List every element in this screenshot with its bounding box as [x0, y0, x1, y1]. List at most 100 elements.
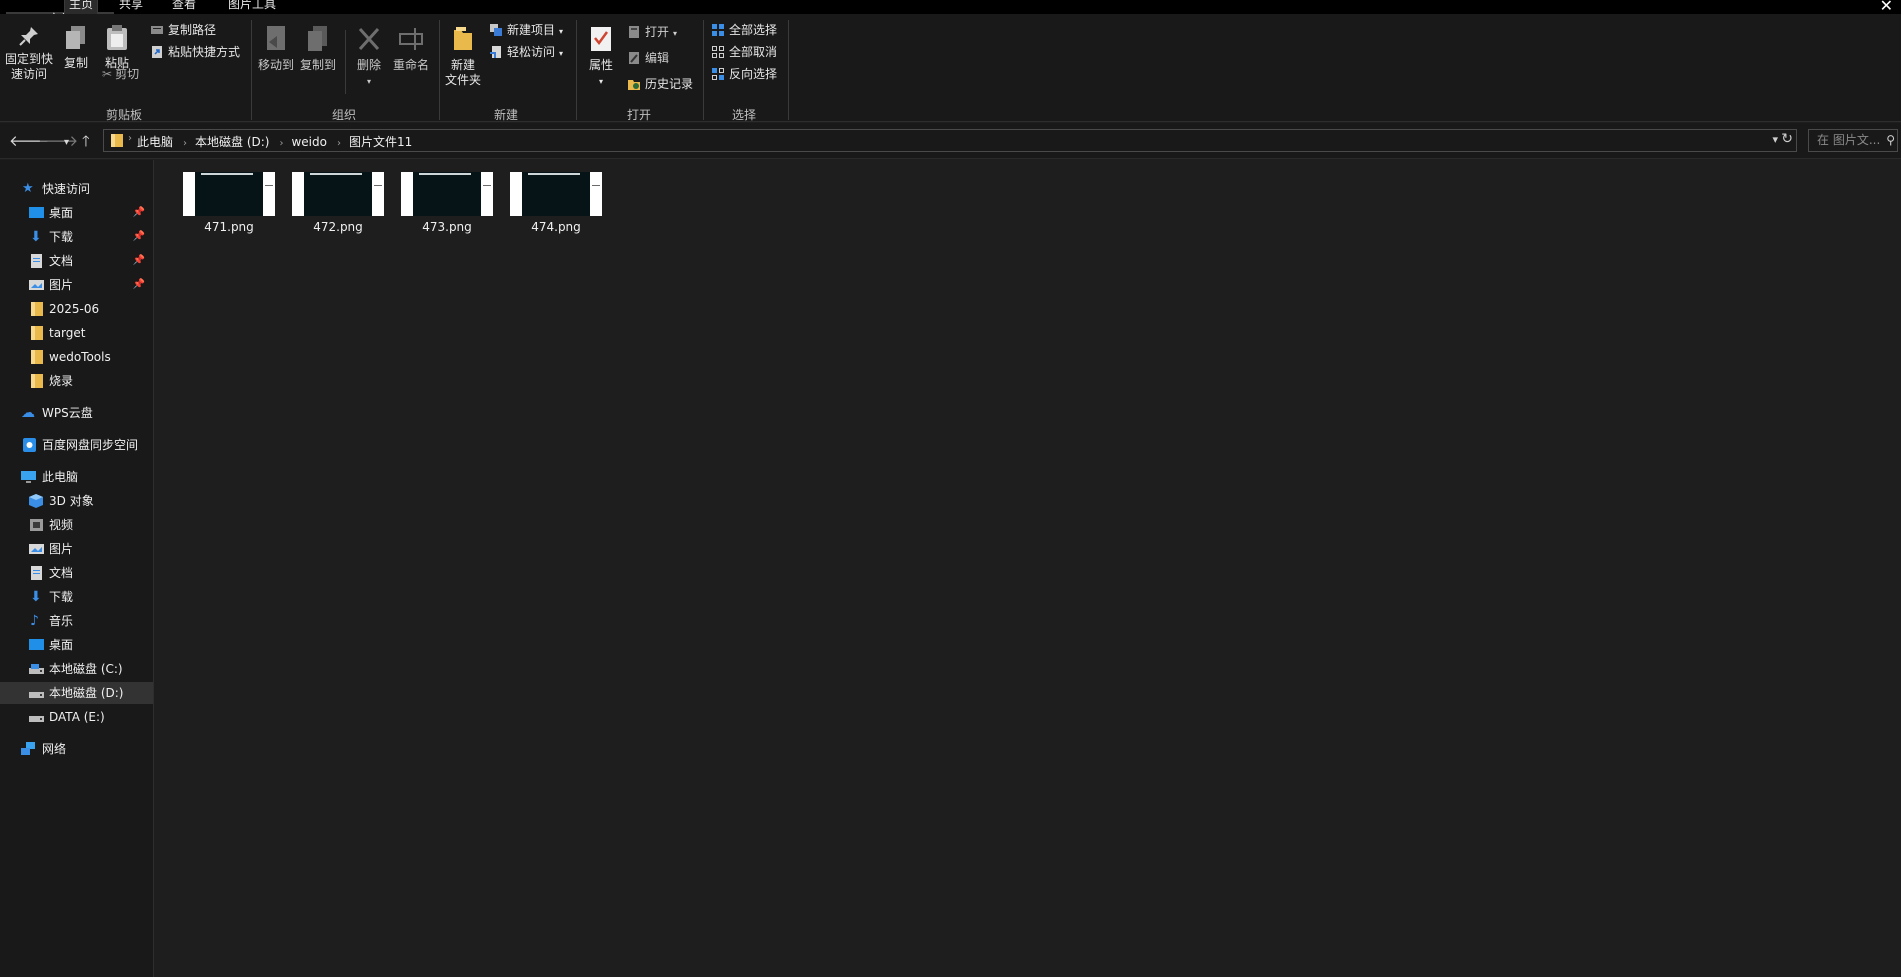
copy-path-button[interactable]: 复制路径	[150, 22, 216, 40]
file-item-473[interactable]: 473.png	[386, 172, 494, 242]
search-icon[interactable]: ⚲	[1886, 133, 1895, 147]
properties-icon	[591, 27, 611, 51]
paste-shortcut-label: 粘贴快捷方式	[168, 45, 241, 59]
open-button[interactable]: 打开 ▾	[627, 24, 677, 42]
sidebar-item-quick-access[interactable]: ★ 快速访问	[0, 178, 153, 200]
pin-to-quick-access-button[interactable]: 固定到快 速访问	[4, 24, 54, 82]
tab-home[interactable]: 主页	[64, 0, 99, 14]
invert-selection-button[interactable]: 反向选择	[711, 66, 777, 84]
search-input[interactable]	[1809, 130, 1883, 147]
organize-group-label: 组织	[332, 108, 357, 122]
sidebar-item-baidu-sync[interactable]: 百度网盘同步空间	[0, 434, 153, 456]
breadcrumb-current-folder[interactable]: 图片文件11	[349, 135, 412, 149]
paste-button[interactable]: 粘贴	[100, 24, 134, 71]
sidebar-item-downloads[interactable]: ⬇ 下载 📌	[0, 226, 153, 248]
sidebar-item-folder-2025-06[interactable]: 2025-06	[0, 298, 153, 320]
download-arrow-icon: ⬇	[30, 589, 42, 605]
paste-shortcut-icon	[152, 46, 162, 58]
new-item-button[interactable]: 新建项目 ▾	[489, 22, 563, 40]
properties-dropdown-icon[interactable]: ▾	[599, 77, 603, 86]
delete-dropdown-icon[interactable]: ▾	[367, 77, 371, 86]
breadcrumb-separator-icon[interactable]: ›	[279, 138, 283, 149]
breadcrumb-this-pc[interactable]: 此电脑	[137, 135, 173, 149]
sidebar-item-folder-wedotools[interactable]: wedoTools	[0, 346, 153, 368]
cloud-icon: ☁	[21, 405, 35, 421]
recent-locations-chevron-icon[interactable]: ▾	[64, 135, 69, 151]
sidebar-item-label: 图片	[49, 278, 74, 292]
forward-arrow-icon[interactable]: 🡒	[38, 133, 78, 149]
properties-button[interactable]: 属性 ▾	[582, 24, 620, 89]
edit-button[interactable]: 编辑	[627, 50, 669, 68]
sidebar-item-drive-d[interactable]: 本地磁盘 (D:)	[0, 682, 153, 704]
search-box[interactable]: ⚲	[1808, 129, 1898, 152]
up-arrow-icon[interactable]: 🡑	[82, 133, 90, 149]
sidebar-item-label: 下载	[49, 230, 74, 244]
sidebar-item-music[interactable]: ♪ 音乐	[0, 610, 153, 632]
breadcrumb-separator-icon[interactable]: ›	[337, 138, 341, 149]
close-icon[interactable]: ✕	[1880, 0, 1893, 15]
pin-icon[interactable]: 📌	[133, 250, 145, 272]
sidebar-item-pc-pictures[interactable]: 图片	[0, 538, 153, 560]
tab-view[interactable]: 查看	[168, 0, 200, 14]
address-dropdown-icon[interactable]: ▾	[1772, 133, 1778, 146]
new-item-icon	[490, 24, 502, 36]
tab-picture-tools[interactable]: 图片工具	[224, 0, 280, 14]
sidebar-item-folder-burn[interactable]: 烧录	[0, 370, 153, 392]
breadcrumb-drive-d[interactable]: 本地磁盘 (D:)	[195, 135, 269, 149]
delete-x-icon	[358, 27, 380, 51]
move-to-button[interactable]: 移动到	[256, 24, 296, 73]
cut-button[interactable]: ✂ 剪切	[102, 66, 139, 84]
sidebar-item-folder-target[interactable]: target	[0, 322, 153, 344]
copy-to-button[interactable]: 复制到	[298, 24, 338, 73]
copy-button[interactable]: 复制	[60, 24, 92, 71]
file-item-474[interactable]: 474.png	[495, 172, 603, 242]
star-icon: ★	[22, 181, 34, 196]
cut-label: 剪切	[115, 67, 140, 81]
file-item-471[interactable]: 471.png	[168, 172, 276, 242]
sidebar-item-label: 下载	[49, 590, 74, 604]
breadcrumb-weido[interactable]: weido	[291, 135, 327, 149]
easy-access-button[interactable]: 轻松访问 ▾	[489, 44, 563, 62]
sidebar-item-desktop[interactable]: 桌面 📌	[0, 202, 153, 224]
tab-share[interactable]: 共享	[115, 0, 147, 14]
refresh-icon[interactable]: ↻	[1781, 131, 1793, 147]
group-separator	[251, 20, 252, 120]
sidebar-item-pc-documents[interactable]: 文档	[0, 562, 153, 584]
sidebar-item-3d-objects[interactable]: 3D 对象	[0, 490, 153, 512]
history-button[interactable]: 历史记录	[627, 76, 693, 94]
clipboard-icon	[107, 25, 127, 50]
select-all-button[interactable]: 全部选择	[711, 22, 777, 40]
sidebar-item-drive-e[interactable]: DATA (E:)	[0, 706, 153, 728]
copy-to-icon	[308, 26, 327, 51]
paste-shortcut-button[interactable]: 粘贴快捷方式	[150, 44, 240, 62]
delete-button[interactable]: 删除 ▾	[350, 24, 388, 89]
sidebar-item-documents[interactable]: 文档 📌	[0, 250, 153, 272]
sidebar-item-videos[interactable]: 视频	[0, 514, 153, 536]
sidebar-item-pc-desktop[interactable]: 桌面	[0, 634, 153, 656]
sidebar-item-pictures[interactable]: 图片 📌	[0, 274, 153, 296]
pin-icon[interactable]: 📌	[133, 202, 145, 224]
rename-button[interactable]: 重命名	[390, 24, 432, 73]
sidebar-item-wps-cloud[interactable]: ☁ WPS云盘	[0, 402, 153, 424]
breadcrumb-separator-icon[interactable]: ›	[183, 138, 187, 149]
address-bar[interactable]: › 此电脑 › 本地磁盘 (D:) › weido › 图片文件11 ▾ ↻	[103, 129, 1797, 152]
group-separator	[788, 20, 789, 120]
sidebar-item-drive-c[interactable]: 本地磁盘 (C:)	[0, 658, 153, 680]
pin-icon[interactable]: 📌	[133, 274, 145, 296]
navigation-bar: 🡐 🡒 ▾ 🡑 › 此电脑 › 本地磁盘 (D:) › weido › 图片文件11 ▾ ↻…	[0, 123, 1901, 159]
drive-icon	[29, 716, 44, 722]
sidebar-item-network[interactable]: 网络	[0, 738, 153, 760]
sidebar-item-pc-downloads[interactable]: ⬇ 下载	[0, 586, 153, 608]
file-item-472[interactable]: 472.png	[277, 172, 385, 242]
new-folder-button[interactable]: 新建 文件夹	[444, 24, 482, 88]
file-list-pane[interactable]: 471.png 472.png 473.png 474.png	[155, 160, 1901, 977]
desktop-icon	[29, 207, 44, 218]
sidebar-item-this-pc[interactable]: 此电脑	[0, 466, 153, 488]
pin-icon[interactable]: 📌	[133, 226, 145, 248]
3d-objects-icon	[29, 494, 43, 508]
group-separator	[576, 20, 577, 120]
folder-icon	[31, 302, 43, 316]
sidebar-item-label: DATA (E:)	[49, 710, 105, 724]
document-icon	[31, 566, 42, 580]
select-none-button[interactable]: 全部取消	[711, 44, 777, 62]
